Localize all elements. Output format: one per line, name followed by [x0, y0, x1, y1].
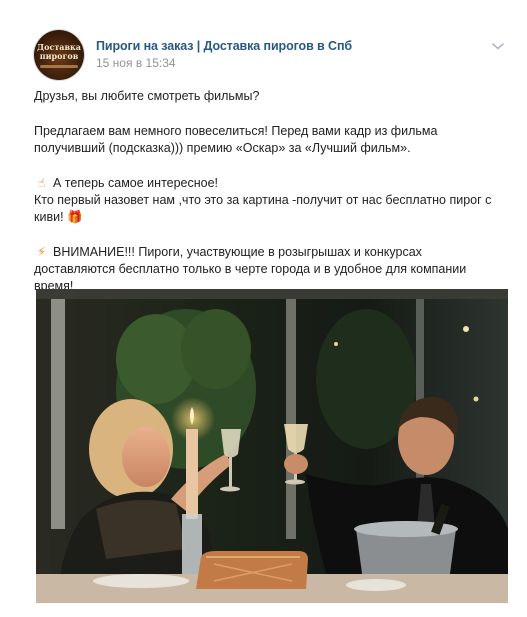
post-text-intro: Предлагаем вам немного повеселиться! Пер…: [34, 124, 438, 155]
avatar-logo-underline: [40, 65, 78, 68]
contest-heading: А теперь самое интересное!: [53, 176, 219, 190]
wall-post: Доставка пирогов Пироги на заказ | Доста…: [0, 0, 527, 617]
lightning-icon: ⚡: [37, 245, 46, 259]
post-text-contest: ☝ А теперь самое интересное! Кто первый н…: [34, 175, 504, 226]
post-author-link[interactable]: Пироги на заказ | Доставка пирогов в Спб: [96, 39, 352, 53]
chevron-down-icon[interactable]: [491, 38, 505, 50]
post-photo[interactable]: [36, 289, 508, 603]
post-text-notice: ⚡ ВНИМАНИЕ!!! Пироги, участвующие в розыг…: [34, 244, 504, 295]
contest-description: Кто первый назовет нам ,что это за карти…: [34, 193, 492, 224]
pointing-up-icon: ☝: [37, 176, 46, 190]
avatar-logo-text: Доставка пирогов: [37, 42, 81, 61]
post-date-link[interactable]: 15 ноя в 15:34: [96, 56, 176, 70]
community-avatar[interactable]: Доставка пирогов: [34, 30, 84, 80]
post-text-question: Друзья, вы любите смотреть фильмы?: [34, 89, 260, 103]
gift-icon: 🎁: [67, 210, 83, 224]
notice-text: ВНИМАНИЕ!!! Пироги, участвующие в розыгр…: [34, 245, 467, 293]
